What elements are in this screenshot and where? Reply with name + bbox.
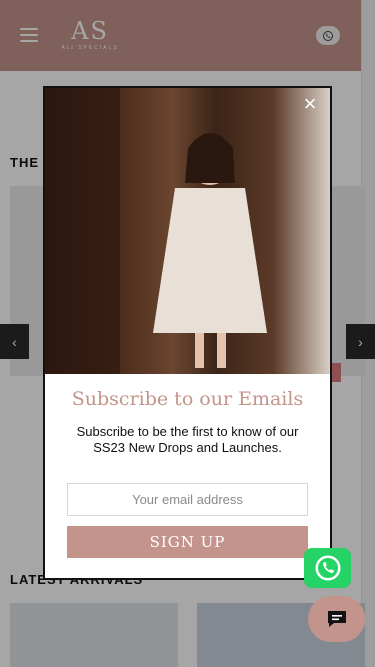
child-dress-photo [45, 88, 267, 374]
modal-description: Subscribe to be the first to know of our… [76, 424, 299, 455]
modal-hero-image: × [45, 88, 330, 374]
modal-title: Subscribe to our Emails [71, 388, 304, 410]
subscribe-modal: × Subscribe to our Emails Subscribe to b… [43, 86, 332, 580]
whatsapp-icon [315, 555, 340, 581]
sign-up-button[interactable]: SIGN UP [67, 526, 308, 558]
email-field[interactable] [67, 483, 308, 516]
chat-bubble-icon [327, 611, 346, 627]
close-icon[interactable]: × [300, 93, 320, 115]
whatsapp-float-button[interactable] [304, 548, 351, 588]
chat-button[interactable] [308, 596, 365, 642]
